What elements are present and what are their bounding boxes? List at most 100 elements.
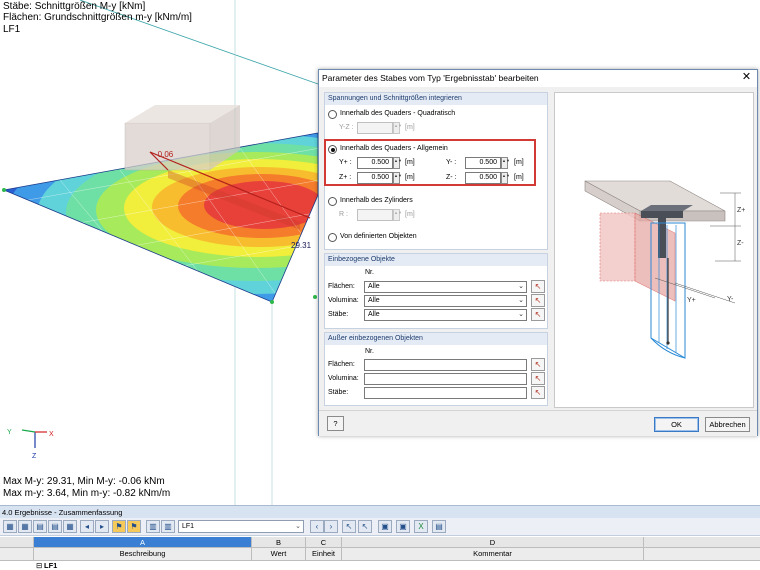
select-icon[interactable]: ↖ xyxy=(358,520,372,533)
staebe-select[interactable]: Alle ⌄ xyxy=(364,309,527,321)
edit-result-member-dialog[interactable]: Parameter des Stabes vom Typ 'Ergebnisst… xyxy=(318,69,758,436)
coordinate-axes-icon: Y X Z xyxy=(7,429,54,460)
prev-icon[interactable]: ‹ xyxy=(310,520,324,533)
svg-text:Z-: Z- xyxy=(737,240,744,247)
excluded-volumina-input[interactable] xyxy=(364,373,527,385)
filter-icon[interactable]: ▤ xyxy=(33,520,47,533)
group-header: Außer einbezogenen Objekten xyxy=(325,333,547,345)
radio-quadratisch-label: Innerhalb des Quaders - Quadratisch xyxy=(340,110,456,117)
staebe-label: Stäbe: xyxy=(328,389,349,396)
svg-text:Y-: Y- xyxy=(727,296,734,303)
r-spinner[interactable]: ▲▼ xyxy=(393,209,402,221)
expand-icon[interactable]: ⊟ xyxy=(36,561,42,570)
select-icon[interactable]: ↖ xyxy=(342,520,356,533)
svg-text:X: X xyxy=(49,431,54,438)
viewport-info-line: Stäbe: Schnittgrößen M-y [kNm] xyxy=(3,1,146,12)
column-header[interactable]: D xyxy=(342,537,644,547)
grid-column-names: Beschreibung Wert Einheit Kommentar xyxy=(0,548,760,561)
unit-label: [m] xyxy=(405,211,415,218)
table-icon[interactable]: ▦ xyxy=(63,520,77,533)
highlight-icon[interactable]: ⚑ xyxy=(127,520,141,533)
grid-icon[interactable]: ▥ xyxy=(146,520,160,533)
radio-zylinder-label: Innerhalb des Zylinders xyxy=(340,197,413,204)
dialog-footer: ? OK Abbrechen xyxy=(319,410,757,436)
svg-text:Y+: Y+ xyxy=(687,297,696,304)
svg-text:Y: Y xyxy=(7,429,12,436)
grid-icon[interactable]: ▥ xyxy=(161,520,175,533)
column-name: Kommentar xyxy=(342,548,644,560)
flaechen-label: Flächen: xyxy=(328,283,355,290)
grid-column-letters: A B C D xyxy=(0,537,760,548)
excluded-staebe-input[interactable] xyxy=(364,387,527,399)
pick-icon[interactable]: ↖ xyxy=(531,294,545,307)
column-header[interactable]: C xyxy=(306,537,342,547)
volumina-label: Volumina: xyxy=(328,375,359,382)
box-dimension-diagram: Z+ Z- Y+ Y- xyxy=(554,92,754,408)
column-name: Wert xyxy=(252,548,306,560)
svg-text:Z+: Z+ xyxy=(737,207,745,214)
dialog-title-bar[interactable]: Parameter des Stabes vom Typ 'Ergebnisst… xyxy=(319,70,757,87)
view-icon[interactable]: ▣ xyxy=(396,520,410,533)
table-icon[interactable]: ▦ xyxy=(18,520,32,533)
svg-text:Z: Z xyxy=(32,453,37,460)
pick-icon[interactable]: ↖ xyxy=(531,372,545,385)
min-value-label: -0.06 xyxy=(155,150,174,159)
results-panel-title: 4.0 Ergebnisse - Zusammenfassung xyxy=(0,505,760,518)
viewport-max-min-line: Max m-y: 3.64, Min m-y: -0.82 kNm/m xyxy=(3,488,171,499)
pick-icon[interactable]: ↖ xyxy=(531,358,545,371)
ok-button[interactable]: OK xyxy=(654,417,699,432)
unit-label: [m] xyxy=(405,124,415,131)
staebe-label: Stäbe: xyxy=(328,311,349,318)
view-icon[interactable]: ▣ xyxy=(378,520,392,533)
table-row[interactable]: ⊟ LF1 xyxy=(0,561,760,570)
radio-quadratisch[interactable] xyxy=(328,110,337,119)
volumina-label: Volumina: xyxy=(328,297,359,304)
group-header: Spannungen und Schnittgrößen integrieren xyxy=(325,93,547,105)
pick-icon[interactable]: ↖ xyxy=(531,386,545,399)
pick-icon[interactable]: ↖ xyxy=(531,308,545,321)
excluded-objects-group: Außer einbezogenen Objekten Nr. Flächen:… xyxy=(324,332,548,406)
nr-header: Nr. xyxy=(365,269,374,276)
chevron-down-icon: ⌄ xyxy=(295,523,301,530)
radio-objekte-label: Von definierten Objekten xyxy=(340,233,417,240)
table-icon[interactable]: ▦ xyxy=(3,520,17,533)
print-icon[interactable]: ▤ xyxy=(432,520,446,533)
chevron-down-icon: ⌄ xyxy=(518,311,524,318)
highlight-frame xyxy=(324,139,536,186)
results-toolbar: ▦ ▦ ▤ ▤ ▦ ◂ ▸ ⚑ ⚑ ▥ ▥ LF1 ⌄ ‹ › ↖ ↖ ▣ ▣ X… xyxy=(0,518,760,536)
volumina-select[interactable]: Alle ⌄ xyxy=(364,295,527,307)
help-icon[interactable]: ? xyxy=(327,416,344,431)
flaechen-select[interactable]: Alle ⌄ xyxy=(364,281,527,293)
arrow-left-icon[interactable]: ◂ xyxy=(80,520,94,533)
yz-spinner[interactable]: ▲▼ xyxy=(393,122,402,134)
cancel-button[interactable]: Abbrechen xyxy=(705,417,750,432)
radio-objekte[interactable] xyxy=(328,233,337,242)
viewport-max-min-line: Max M-y: 29.31, Min M-y: -0.06 kNm xyxy=(3,476,165,487)
r-input[interactable] xyxy=(357,209,393,221)
r-label: R : xyxy=(339,211,348,218)
column-name: Einheit xyxy=(306,548,342,560)
yz-input[interactable] xyxy=(357,122,393,134)
chevron-down-icon: ⌄ xyxy=(518,297,524,304)
yz-label: Y-Z : xyxy=(339,124,354,131)
pick-icon[interactable]: ↖ xyxy=(531,280,545,293)
filter-icon[interactable]: ▤ xyxy=(48,520,62,533)
chevron-down-icon: ⌄ xyxy=(518,283,524,290)
next-icon[interactable]: › xyxy=(324,520,338,533)
arrow-right-icon[interactable]: ▸ xyxy=(95,520,109,533)
excluded-flaechen-input[interactable] xyxy=(364,359,527,371)
highlight-icon[interactable]: ⚑ xyxy=(112,520,126,533)
included-objects-group: Einbezogene Objekte Nr. Flächen: Alle ⌄ ↖… xyxy=(324,253,548,329)
viewport-info-line: LF1 xyxy=(3,24,21,35)
load-case-select[interactable]: LF1 ⌄ xyxy=(178,520,304,533)
flaechen-label: Flächen: xyxy=(328,361,355,368)
column-header[interactable]: A xyxy=(34,537,252,547)
viewport-info-line: Flächen: Grundschnittgrößen m-y [kNm/m] xyxy=(3,12,192,23)
group-header: Einbezogene Objekte xyxy=(325,254,547,266)
radio-zylinder[interactable] xyxy=(328,197,337,206)
dialog-title: Parameter des Stabes vom Typ 'Ergebnisst… xyxy=(322,73,539,83)
column-header[interactable]: B xyxy=(252,537,306,547)
close-icon[interactable]: ✕ xyxy=(740,71,753,84)
excel-icon[interactable]: X xyxy=(414,520,428,533)
column-name: Beschreibung xyxy=(34,548,252,560)
